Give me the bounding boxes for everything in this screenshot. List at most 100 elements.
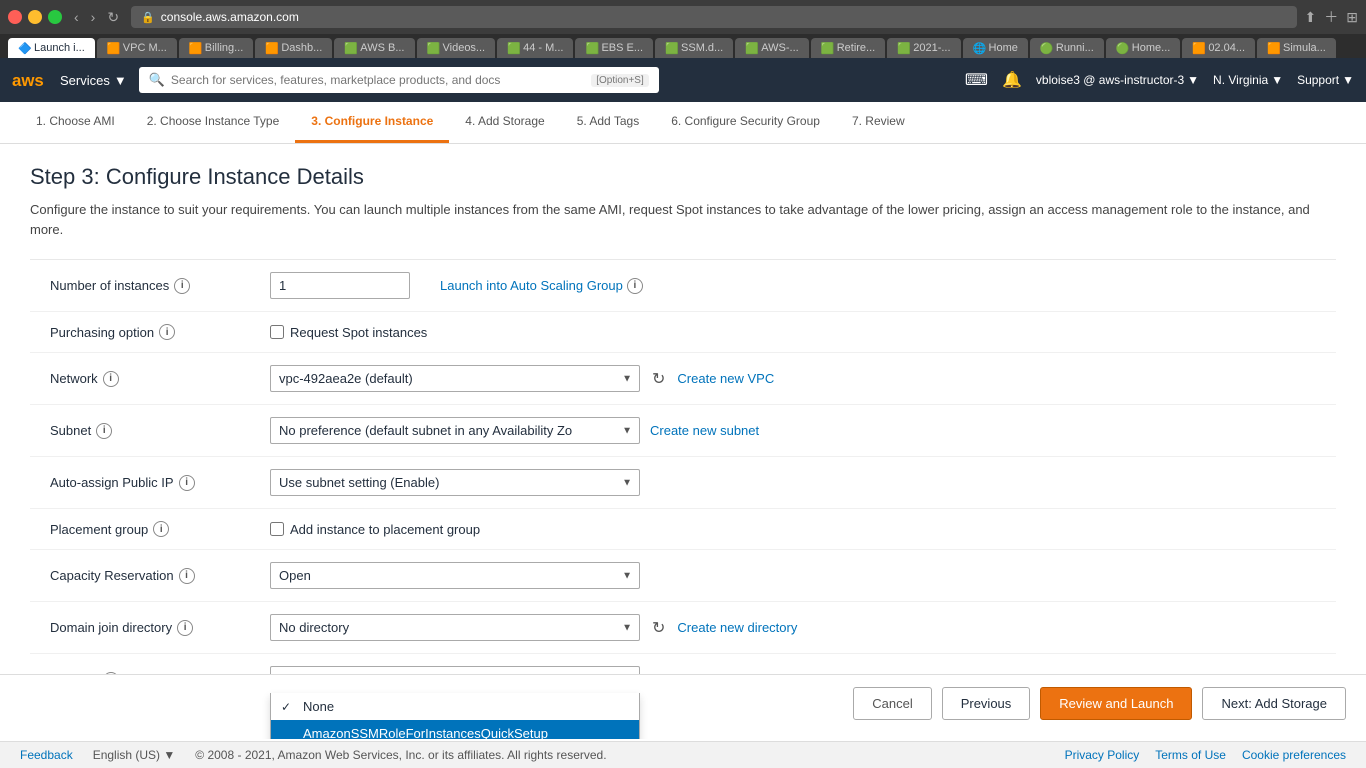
domain-join-refresh-button[interactable]: ↻: [650, 616, 667, 640]
capacity-reservation-select[interactable]: Open: [270, 562, 640, 589]
network-info-icon[interactable]: i: [103, 371, 119, 387]
auto-assign-ip-info-icon[interactable]: i: [179, 475, 195, 491]
form-section: Number of instances i Launch into Auto S…: [30, 259, 1336, 706]
create-vpc-link[interactable]: Create new VPC: [677, 371, 774, 386]
browser-tab[interactable]: 🟩AWS-...: [735, 38, 808, 58]
region-chevron-icon: ▼: [1271, 73, 1283, 87]
privacy-policy-link[interactable]: Privacy Policy: [1065, 748, 1140, 762]
subnet-control: No preference (default subnet in any Ava…: [270, 417, 1336, 444]
wizard-step[interactable]: 2. Choose Instance Type: [131, 102, 296, 143]
cancel-button[interactable]: Cancel: [853, 687, 931, 720]
capacity-reservation-info-icon[interactable]: i: [179, 568, 195, 584]
feedback-link[interactable]: Feedback: [20, 748, 73, 762]
refresh-button[interactable]: ↻: [103, 7, 123, 28]
browser-tab[interactable]: 🟩EBS E...: [575, 38, 653, 58]
language-selector[interactable]: English (US) ▼: [93, 748, 176, 762]
iam-role-dropdown-item[interactable]: ✓None: [271, 693, 639, 720]
services-menu-button[interactable]: Services ▼: [60, 73, 127, 88]
wizard-step[interactable]: 3. Configure Instance: [295, 102, 449, 143]
region-name: N. Virginia: [1213, 73, 1268, 87]
auto-assign-ip-select[interactable]: Use subnet setting (Enable): [270, 469, 640, 496]
search-icon: 🔍: [149, 72, 165, 88]
browser-tab[interactable]: 🟧Simula...: [1257, 38, 1336, 58]
domain-join-row: Domain join directory i No directory ▼ ↻…: [30, 602, 1336, 654]
network-label: Network i: [30, 371, 270, 387]
new-tab-button[interactable]: ＋: [1324, 7, 1338, 27]
aws-logo: aws: [12, 69, 48, 91]
create-directory-link[interactable]: Create new directory: [677, 620, 797, 635]
support-menu[interactable]: Support ▼: [1297, 73, 1354, 87]
browser-tab[interactable]: 🟧VPC M...: [97, 38, 177, 58]
search-bar[interactable]: 🔍 [Option+S]: [139, 67, 659, 93]
cookie-preferences-link[interactable]: Cookie preferences: [1242, 748, 1346, 762]
browser-tab[interactable]: 🔷Launch i...: [8, 38, 95, 58]
browser-tab[interactable]: 🟩Videos...: [417, 38, 496, 58]
network-select[interactable]: vpc-492aea2e (default): [270, 365, 640, 392]
support-label: Support: [1297, 73, 1339, 87]
capacity-reservation-select-wrapper: Open ▼: [270, 562, 640, 589]
wizard-step[interactable]: 1. Choose AMI: [20, 102, 131, 143]
purchasing-option-row: Purchasing option i Request Spot instanc…: [30, 312, 1336, 353]
domain-join-select-wrapper: No directory ▼: [270, 614, 640, 641]
spot-instances-checkbox-label[interactable]: Request Spot instances: [270, 325, 427, 340]
placement-group-checkbox-label[interactable]: Add instance to placement group: [270, 522, 480, 537]
browser-tab[interactable]: 🟧02.04...: [1182, 38, 1255, 58]
wizard-steps: 1. Choose AMI2. Choose Instance Type3. C…: [0, 102, 1366, 144]
sidebar-button[interactable]: ⊞: [1346, 7, 1358, 27]
review-and-launch-button[interactable]: Review and Launch: [1040, 687, 1192, 720]
purchasing-option-info-icon[interactable]: i: [159, 324, 175, 340]
region-menu[interactable]: N. Virginia ▼: [1213, 73, 1283, 87]
browser-tab[interactable]: 🌐Home: [963, 38, 1028, 58]
browser-tab[interactable]: 🟩Retire...: [811, 38, 886, 58]
subnet-select[interactable]: No preference (default subnet in any Ava…: [270, 417, 640, 444]
autoscaling-info-icon[interactable]: i: [627, 278, 643, 294]
browser-tab[interactable]: 🟩2021-...: [887, 38, 960, 58]
browser-tab[interactable]: 🟧Billing...: [179, 38, 254, 58]
minimize-button[interactable]: [28, 10, 42, 24]
network-refresh-button[interactable]: ↻: [650, 367, 667, 391]
forward-button[interactable]: ›: [87, 7, 100, 28]
domain-join-info-icon[interactable]: i: [177, 620, 193, 636]
bell-icon[interactable]: 🔔: [1002, 70, 1022, 90]
terminal-icon[interactable]: ⌨: [965, 70, 988, 90]
number-of-instances-input[interactable]: [270, 272, 410, 299]
window-controls: [8, 10, 62, 24]
capacity-reservation-control: Open ▼: [270, 562, 1336, 589]
user-menu[interactable]: vbloise3 @ aws-instructor-3 ▼: [1036, 73, 1199, 87]
browser-tab[interactable]: 🟩SSM.d...: [655, 38, 733, 58]
wizard-step[interactable]: 5. Add Tags: [561, 102, 656, 143]
close-button[interactable]: [8, 10, 22, 24]
browser-tab[interactable]: 🟢Runni...: [1030, 38, 1104, 58]
address-bar[interactable]: 🔒 console.aws.amazon.com: [131, 6, 1296, 28]
number-of-instances-control: Launch into Auto Scaling Group i: [270, 272, 1336, 299]
placement-group-info-icon[interactable]: i: [153, 521, 169, 537]
browser-tab[interactable]: 🟧Dashb...: [255, 38, 332, 58]
network-row: Network i vpc-492aea2e (default) ▼ ↻ Cre…: [30, 353, 1336, 405]
wizard-step[interactable]: 7. Review: [836, 102, 921, 143]
browser-tab[interactable]: 🟢Home...: [1106, 38, 1181, 58]
create-subnet-link[interactable]: Create new subnet: [650, 423, 759, 438]
back-button[interactable]: ‹: [70, 7, 83, 28]
share-button[interactable]: ⬆: [1305, 7, 1317, 27]
maximize-button[interactable]: [48, 10, 62, 24]
wizard-step[interactable]: 4. Add Storage: [449, 102, 560, 143]
terms-of-use-link[interactable]: Terms of Use: [1155, 748, 1226, 762]
browser-tab[interactable]: 🟩AWS B...: [334, 38, 414, 58]
dropdown-item-label: AmazonSSMRoleForInstancesQuickSetup: [303, 726, 548, 739]
placement-group-checkbox[interactable]: [270, 522, 284, 536]
next-add-storage-button[interactable]: Next: Add Storage: [1202, 687, 1346, 720]
iam-role-dropdown-item[interactable]: AmazonSSMRoleForInstancesQuickSetup: [271, 720, 639, 739]
subnet-info-icon[interactable]: i: [96, 423, 112, 439]
browser-tab[interactable]: 🟩44 - M...: [497, 38, 573, 58]
autoscaling-link[interactable]: Launch into Auto Scaling Group i: [440, 278, 643, 294]
number-of-instances-info-icon[interactable]: i: [174, 278, 190, 294]
domain-join-select[interactable]: No directory: [270, 614, 640, 641]
bottom-bar: Feedback English (US) ▼ © 2008 - 2021, A…: [0, 741, 1366, 768]
search-input[interactable]: [171, 73, 585, 87]
iam-role-dropdown-menu: ✓None AmazonSSMRoleForInstancesQuickSetup…: [270, 693, 640, 739]
previous-button[interactable]: Previous: [942, 687, 1031, 720]
purchasing-option-label: Purchasing option i: [30, 324, 270, 340]
browser-actions: ⬆ ＋ ⊞: [1305, 7, 1358, 27]
spot-instances-checkbox[interactable]: [270, 325, 284, 339]
wizard-step[interactable]: 6. Configure Security Group: [655, 102, 836, 143]
